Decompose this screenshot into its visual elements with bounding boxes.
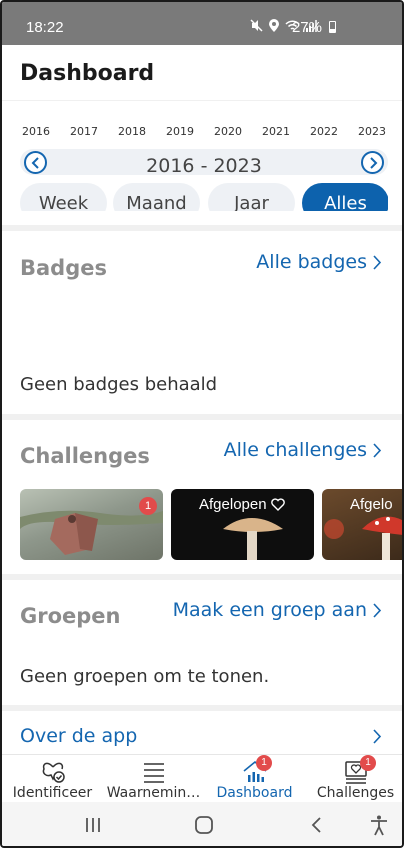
nav-challenges[interactable]: 1 Challenges [305, 755, 402, 803]
nav-dashboard[interactable]: 1 Dashboard [204, 755, 305, 803]
list-icon [143, 763, 164, 783]
year-tick[interactable]: 2023 [358, 125, 386, 138]
challenge-card-moth[interactable]: 1 [20, 489, 163, 560]
challenge-status-text: Afgelopen [199, 496, 267, 513]
year-range-bar: 2016 - 2023 [20, 149, 388, 175]
next-year-button[interactable] [361, 151, 384, 174]
chevron-right-icon [373, 602, 382, 618]
chevron-right-icon [373, 729, 382, 744]
challenge-badge: 1 [139, 497, 157, 515]
about-link[interactable]: Over de app [20, 725, 137, 747]
nav-label: Identificeer [12, 785, 93, 801]
challenge-card-mushroom[interactable]: Afgelopen [171, 489, 314, 560]
all-challenges-label: Alle challenges [223, 439, 367, 461]
system-navigation-bar [2, 802, 402, 846]
create-group-label: Maak een groep aan [172, 599, 367, 621]
year-tick[interactable]: 2019 [166, 125, 194, 138]
challenge-card-toadstool[interactable]: Afgelo [322, 489, 402, 560]
all-badges-label: Alle badges [256, 251, 367, 273]
tab-week[interactable]: Week [20, 183, 107, 211]
badges-title: Badges [20, 256, 107, 280]
tab-year[interactable]: Jaar [208, 183, 295, 211]
chevron-right-icon [373, 442, 382, 458]
about-row[interactable]: Over de app [2, 711, 402, 754]
period-tabs: Week Maand Jaar Alles [20, 183, 388, 211]
challenge-status-label: Afgelopen [199, 496, 285, 513]
battery-icon [329, 21, 336, 33]
back-icon[interactable] [305, 814, 329, 836]
tab-month[interactable]: Maand [113, 183, 200, 211]
accessibility-icon[interactable] [367, 814, 391, 836]
status-bar: 18:22 27% [2, 2, 402, 45]
groups-empty-text: Geen groepen om te tonen. [20, 666, 270, 687]
phone-screen: 18:22 27% Dashboard 2016 2017 2018 2019 … [0, 0, 404, 848]
chevron-right-icon [373, 254, 382, 270]
groups-section: Groepen Maak een groep aan Geen groepen … [2, 580, 402, 705]
chevron-left-icon [31, 156, 39, 169]
mute-icon [250, 19, 263, 35]
nav-waarnemingen[interactable]: Waarnemin… [103, 755, 204, 803]
heart-icon [270, 498, 285, 511]
status-time: 18:22 [26, 19, 64, 36]
bottom-navigation: Identificeer Waarnemin… 1 Dashboard 1 Ch… [2, 754, 402, 802]
challenge-status-text: Afgelo [350, 496, 393, 513]
create-group-link[interactable]: Maak een groep aan [173, 599, 382, 621]
battery-percentage: 27% [291, 19, 322, 36]
page-title: Dashboard [20, 61, 155, 86]
recent-apps-icon[interactable] [82, 814, 106, 836]
nav-label: Waarnemin… [106, 785, 201, 801]
all-badges-link[interactable]: Alle badges [256, 251, 382, 273]
year-tick[interactable]: 2021 [262, 125, 290, 138]
app-header: Dashboard [2, 45, 402, 100]
year-tick[interactable]: 2018 [118, 125, 146, 138]
year-tick[interactable]: 2017 [70, 125, 98, 138]
location-icon [269, 19, 279, 35]
nav-label: Dashboard [216, 785, 293, 801]
butterfly-check-icon [42, 762, 65, 783]
year-tick[interactable]: 2022 [310, 125, 338, 138]
year-selector: 2016 2017 2018 2019 2020 2021 2022 2023 … [2, 101, 402, 225]
groups-title: Groepen [20, 604, 121, 628]
challenges-title: Challenges [20, 444, 150, 468]
badges-section: Badges Alle badges Geen badges behaald [2, 231, 402, 414]
year-range-label: 2016 - 2023 [146, 155, 262, 175]
badges-empty-text: Geen badges behaald [20, 374, 218, 395]
tab-all[interactable]: Alles [302, 183, 388, 211]
nav-identificeer[interactable]: Identificeer [2, 755, 103, 803]
year-tick[interactable]: 2016 [22, 125, 50, 138]
chevron-right-icon [369, 156, 377, 169]
previous-year-button[interactable] [24, 151, 47, 174]
year-tick[interactable]: 2020 [214, 125, 242, 138]
nav-badge: 1 [256, 755, 272, 771]
all-challenges-link[interactable]: Alle challenges [224, 439, 382, 461]
home-icon[interactable] [192, 814, 216, 836]
year-ticks: 2016 2017 2018 2019 2020 2021 2022 2023 [22, 125, 386, 138]
nav-badge: 1 [360, 755, 376, 771]
nav-label: Challenges [316, 785, 395, 801]
